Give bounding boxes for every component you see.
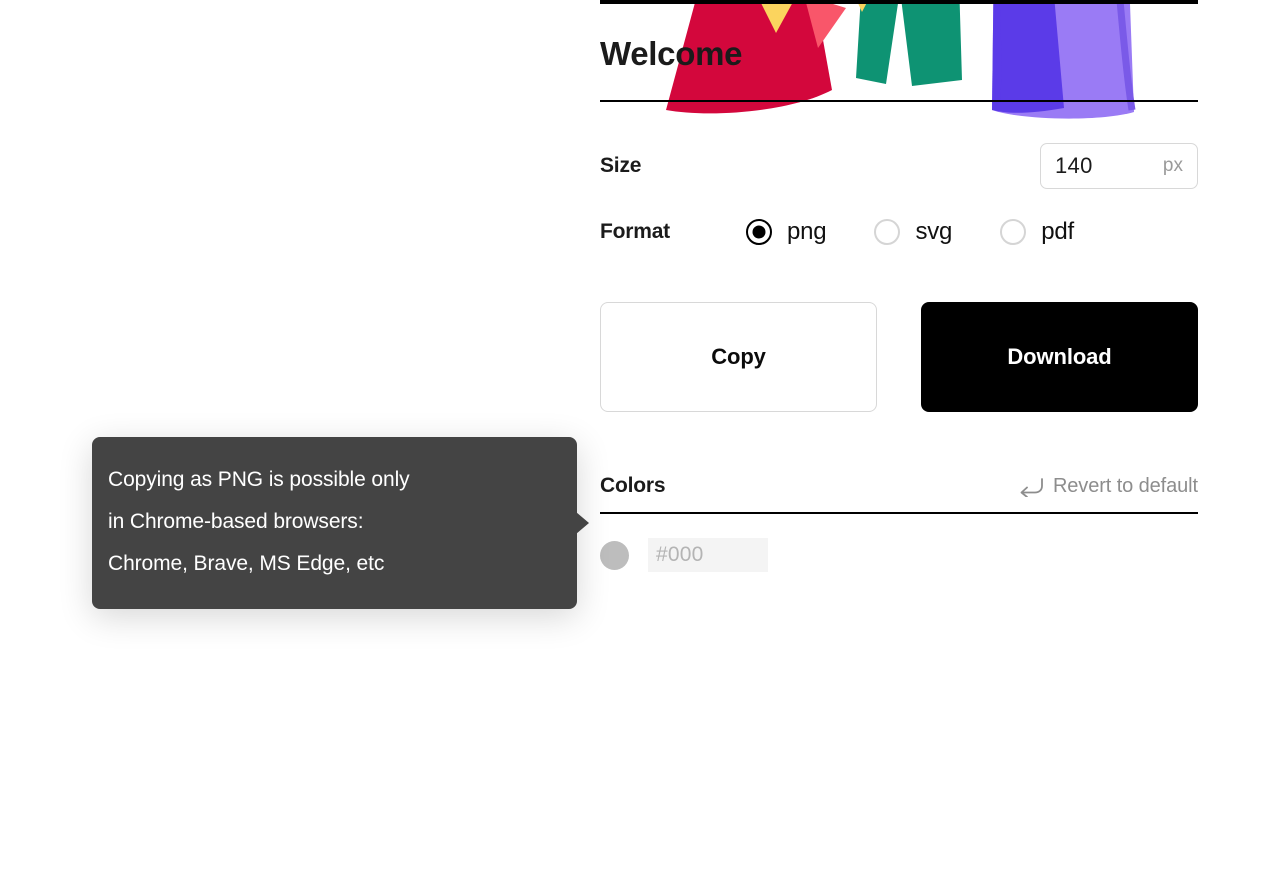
format-row: Format png svg pdf xyxy=(600,206,1198,258)
revert-to-default-button[interactable]: Revert to default xyxy=(1018,475,1198,498)
page-title: Welcome xyxy=(600,35,743,72)
size-unit-label: px xyxy=(1162,155,1183,176)
format-radio-pdf-label: pdf xyxy=(1041,218,1074,245)
format-radio-pdf[interactable]: pdf xyxy=(1000,218,1074,246)
colors-header: Colors Revert to default xyxy=(600,474,1198,512)
format-radio-svg-label: svg xyxy=(915,218,953,245)
download-button[interactable]: Download xyxy=(921,302,1198,412)
size-value[interactable]: 140 xyxy=(1055,153,1163,179)
return-arrow-icon xyxy=(1018,477,1044,497)
color-entry-row: #000 xyxy=(600,538,1198,572)
format-radio-png[interactable]: png xyxy=(745,218,827,246)
color-swatch[interactable] xyxy=(600,540,629,570)
colors-section: Colors Revert to default #000 xyxy=(600,474,1198,572)
radio-unselected-icon xyxy=(1000,219,1027,245)
export-settings-panel: Welcome Size 140 px Format png svg pdf C… xyxy=(600,0,1198,880)
tooltip-line-2: in Chrome-based browsers: xyxy=(108,510,364,533)
color-hex-input[interactable]: #000 xyxy=(648,538,768,572)
colors-divider xyxy=(600,512,1198,514)
radio-unselected-icon xyxy=(874,219,901,245)
action-buttons: Copy Download xyxy=(600,302,1198,412)
size-input[interactable]: 140 px xyxy=(1040,143,1198,189)
tooltip-arrow-icon xyxy=(576,512,589,534)
tooltip-line-3: Chrome, Brave, MS Edge, etc xyxy=(108,552,385,575)
radio-selected-icon xyxy=(745,219,772,245)
format-radio-png-label: png xyxy=(786,218,827,245)
color-hex-placeholder: #000 xyxy=(656,543,704,566)
format-label: Format xyxy=(600,220,670,243)
copy-button[interactable]: Copy xyxy=(600,302,877,412)
format-radio-group: png svg pdf xyxy=(745,218,1074,246)
revert-to-default-label: Revert to default xyxy=(1052,475,1198,497)
size-label: Size xyxy=(600,154,642,177)
tooltip-line-1: Copying as PNG is possible only xyxy=(108,468,410,491)
colors-title: Colors xyxy=(600,474,666,497)
format-radio-svg[interactable]: svg xyxy=(874,218,952,246)
size-row: Size 140 px xyxy=(600,140,1198,192)
copy-format-tooltip: Copying as PNG is possible only in Chrom… xyxy=(92,437,589,609)
settings-group: Size 140 px Format png svg pdf xyxy=(600,102,1198,258)
